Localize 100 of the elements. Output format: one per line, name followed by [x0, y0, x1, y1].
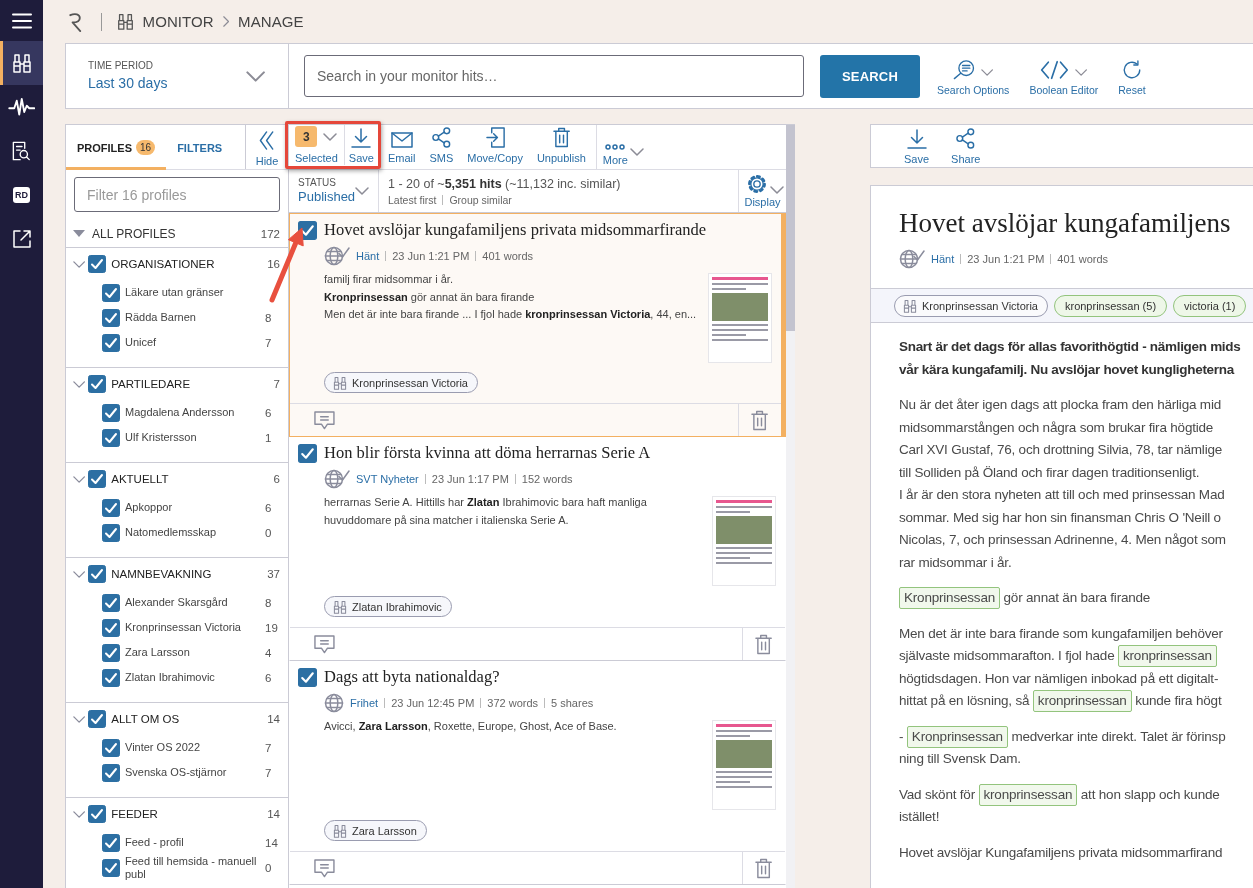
checkbox[interactable]	[88, 470, 107, 488]
toolbar-button[interactable]: Search Options	[937, 56, 1010, 96]
checkbox[interactable]	[88, 565, 107, 583]
profile-label[interactable]: Zara Larsson	[125, 646, 265, 659]
profile-label[interactable]: Apkoppor	[125, 501, 265, 514]
article-title[interactable]: Hon blir första kvinna att döma herrarnas Serie A	[324, 443, 776, 463]
checkbox[interactable]	[88, 710, 107, 728]
binoculars-icon	[903, 298, 917, 313]
chevron-down-icon[interactable]	[73, 570, 86, 578]
selection-dropdown[interactable]: 3 Selected	[289, 125, 345, 165]
profile-tag[interactable]: Kronprinsessan Victoria	[894, 294, 1048, 317]
checkbox[interactable]	[298, 444, 317, 463]
tab[interactable]: FILTERS	[166, 125, 234, 170]
toolbar-button[interactable]: Email	[383, 125, 420, 165]
profile-tag[interactable]: Zara Larsson	[324, 820, 427, 841]
nav-item[interactable]	[0, 41, 43, 85]
checkbox[interactable]	[88, 255, 107, 273]
checkbox[interactable]	[102, 283, 120, 302]
profile-label[interactable]: Alexander Skarsgård	[125, 596, 265, 609]
toolbar-button[interactable]: Save	[344, 125, 378, 165]
profile-label[interactable]: Svenska OS-stjärnor	[125, 766, 265, 779]
toolbar-button[interactable]: Save	[896, 126, 938, 166]
search-button[interactable]: SEARCH	[820, 54, 920, 98]
profile-group-label[interactable]: FEEDER	[111, 808, 268, 820]
profile-tag[interactable]: Kronprinsessan Victoria	[324, 372, 478, 393]
snippet-text: familj firar midsommar i år.	[324, 272, 454, 287]
comment-button[interactable]	[314, 410, 335, 430]
checkbox[interactable]	[102, 403, 120, 422]
toolbar-button[interactable]: More	[595, 125, 647, 169]
comment-button[interactable]	[314, 634, 335, 654]
source-link[interactable]: Hänt	[931, 253, 955, 265]
all-profiles-label[interactable]: ALL PROFILES	[92, 226, 254, 241]
checkbox[interactable]	[102, 593, 120, 612]
chevron-down-icon[interactable]	[73, 715, 86, 723]
search-field[interactable]: Search in your monitor hits…	[304, 55, 804, 97]
profile-group-label[interactable]: ALLT OM OS	[111, 713, 268, 725]
filter-field[interactable]: Filter 16 profiles	[74, 177, 280, 212]
profile-label[interactable]: Feed - profil	[125, 836, 265, 849]
checkbox[interactable]	[102, 523, 120, 542]
checkbox[interactable]	[102, 618, 120, 637]
article-card[interactable]: Dags att byta nationaldag? Frihet 23 Jun 12:45 PM 372 words 5 shares Avicci, Zara Larsson, Roxette, Europe, Ghost, Ace of Base. Zara Larsson	[289, 661, 786, 885]
chevron-down-icon[interactable]	[73, 260, 86, 268]
checkbox[interactable]	[102, 859, 120, 877]
toolbar-button[interactable]: Move/Copy	[463, 125, 527, 165]
checkbox[interactable]	[102, 333, 120, 352]
profile-group-label[interactable]: NAMNBEVAKNING	[111, 568, 268, 580]
article-title[interactable]: Hovet avslöjar kungafamiljens privata midsommarfirande	[324, 220, 772, 240]
status-dropdown[interactable]: STATUS Published	[289, 170, 379, 212]
chevron-down-icon[interactable]	[73, 475, 86, 483]
profile-group-label[interactable]: AKTUELLT	[111, 473, 274, 485]
word-count: 401 words	[1057, 253, 1109, 265]
profile-label[interactable]: Natomedlemsskap	[125, 526, 265, 539]
article-title[interactable]: Dags att byta nationaldag?	[324, 667, 776, 687]
group-similar-link[interactable]: Group similar	[449, 194, 512, 206]
checkbox[interactable]	[88, 805, 107, 823]
profile-group-label[interactable]: PARTILEDARE	[111, 378, 274, 390]
caret-down-icon[interactable]	[73, 230, 85, 237]
toolbar-button[interactable]: Reset	[1118, 56, 1146, 96]
checkbox[interactable]	[102, 833, 120, 852]
checkbox[interactable]	[102, 668, 120, 687]
article-card[interactable]	[289, 213, 786, 437]
breadcrumb-item[interactable]: MONITOR	[142, 13, 214, 30]
checkbox[interactable]	[102, 428, 120, 447]
profile-label[interactable]: Läkare utan gränser	[125, 286, 265, 299]
checkbox[interactable]	[102, 738, 120, 757]
toolbar-button[interactable]: SMS	[425, 125, 458, 165]
profile-label[interactable]: Ulf Kristersson	[125, 431, 265, 444]
profile-label[interactable]: Rädda Barnen	[125, 311, 265, 324]
checkbox[interactable]	[102, 308, 120, 327]
source-link[interactable]: Frihet	[350, 697, 379, 709]
profile-label[interactable]: Feed till hemsida - manuell publ	[125, 855, 265, 881]
profile-label[interactable]: Zlatan Ibrahimovic	[125, 671, 265, 684]
source-link[interactable]: SVT Nyheter	[356, 473, 419, 485]
profile-group-label[interactable]: ORGANISATIONER	[111, 258, 268, 270]
time-period-dropdown[interactable]: TIME PERIOD Last 30 days	[66, 44, 289, 108]
nav-item[interactable]: RD	[0, 173, 43, 217]
scrollbar-thumb[interactable]	[786, 125, 795, 331]
sort-link[interactable]: Latest first	[388, 194, 437, 206]
article-heading: Hovet avslöjar kungafamiljens	[899, 207, 1232, 240]
tab[interactable]: PROFILES 16	[66, 125, 167, 170]
profile-label[interactable]: Kronprinsessan Victoria	[125, 621, 265, 634]
profile-label[interactable]: Unicef	[125, 336, 265, 349]
keyword-tag[interactable]: victoria (1)	[1173, 294, 1247, 317]
profile-label[interactable]: Vinter OS 2022	[125, 741, 265, 754]
source-link[interactable]: Hänt	[356, 250, 380, 262]
checkbox[interactable]	[298, 668, 317, 687]
profile-label[interactable]: Magdalena Andersson	[125, 406, 265, 419]
toolbar-button[interactable]: Boolean Editor	[1029, 56, 1099, 96]
comment-button[interactable]	[314, 858, 335, 878]
chevron-down-icon[interactable]	[73, 810, 86, 818]
checkbox[interactable]	[102, 763, 120, 782]
checkbox[interactable]	[88, 375, 107, 393]
profile-tag[interactable]: Zlatan Ibrahimovic	[324, 596, 452, 617]
toolbar-button[interactable]: Unpublish	[532, 125, 590, 165]
keyword-tag[interactable]: kronprinsessan (5)	[1053, 294, 1168, 317]
checkbox[interactable]	[102, 498, 120, 517]
checkbox[interactable]	[102, 643, 120, 662]
pulse-icon	[7, 97, 36, 117]
chevron-down-icon[interactable]	[73, 380, 86, 388]
toolbar-button[interactable]: Share	[943, 126, 989, 166]
